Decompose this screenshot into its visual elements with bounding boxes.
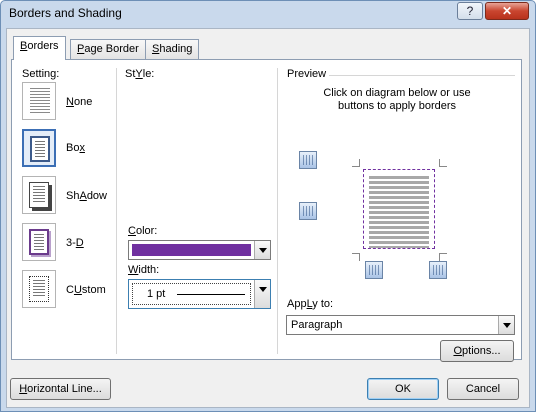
cancel-button[interactable]: Cancel: [447, 378, 519, 400]
borders-and-shading-dialog: Borders and Shading ? ✕ Borders Page Bor…: [0, 0, 536, 412]
right-border-button[interactable]: [429, 261, 447, 279]
tab-shading-label: hading: [159, 43, 193, 55]
setting-custom-icon[interactable]: [22, 270, 56, 308]
tab-borders-label: orders: [27, 40, 59, 52]
help-button[interactable]: ?: [457, 2, 483, 20]
custom-preview-icon: [29, 276, 49, 302]
window-title: Borders and Shading: [9, 6, 122, 20]
preview-text-lines: [369, 176, 429, 248]
tab-page-border-label: age Border: [84, 43, 139, 55]
apply-to-dropdown[interactable]: Paragraph: [286, 315, 515, 335]
dialog-body: Borders Page Border Shading Setting: Non…: [6, 28, 530, 408]
left-border-button[interactable]: [365, 261, 383, 279]
width-dropdown[interactable]: 1 pt: [128, 279, 271, 309]
options-button[interactable]: Options...: [440, 340, 514, 362]
close-button[interactable]: ✕: [485, 2, 529, 20]
setting-3d-icon[interactable]: [22, 223, 56, 261]
bottom-border-button[interactable]: [299, 202, 317, 220]
preview-diagram[interactable]: [363, 169, 435, 249]
width-focus-ring: [132, 283, 251, 305]
preview-instructions-line2: buttons to apply borders: [337, 100, 457, 112]
tab-borders[interactable]: Borders: [13, 36, 66, 60]
color-label: Color:: [128, 225, 158, 237]
ok-button[interactable]: OK: [367, 378, 439, 400]
setting-shadow-label[interactable]: ShAdow: [66, 190, 107, 202]
color-dropdown-arrow-icon[interactable]: [254, 241, 270, 259]
preview-corner-br: [439, 253, 447, 261]
width-dropdown-arrow-icon[interactable]: [254, 280, 270, 308]
preview-corner-bl: [352, 253, 360, 261]
setting-box-icon[interactable]: [22, 129, 56, 167]
preview-heading-rule: [329, 75, 515, 76]
top-border-button[interactable]: [299, 151, 317, 169]
apply-to-arrow-icon[interactable]: [498, 316, 514, 334]
setting-box-label[interactable]: Box: [66, 142, 85, 154]
setting-none-icon[interactable]: [22, 82, 56, 120]
setting-label: Setting:: [22, 68, 60, 80]
setting-none-label[interactable]: None: [66, 96, 92, 108]
preview-corner-tl: [352, 159, 360, 167]
tab-page-border[interactable]: Page Border: [70, 39, 146, 59]
tab-shading[interactable]: Shading: [145, 39, 200, 59]
color-dropdown[interactable]: [128, 240, 271, 260]
color-swatch: [132, 244, 251, 256]
column-divider: [116, 68, 117, 354]
none-preview-icon: [30, 88, 50, 114]
horizontal-line-button[interactable]: Horizontal Line...: [10, 378, 111, 400]
preview-divider: [277, 68, 278, 354]
setting-shadow-icon[interactable]: [22, 176, 56, 214]
setting-3d-label[interactable]: 3-D: [66, 237, 84, 249]
apply-to-label: AppLy to:: [287, 298, 334, 310]
setting-custom-label[interactable]: CUstom: [66, 284, 106, 296]
preview-label: Preview: [287, 68, 327, 80]
title-bar[interactable]: Borders and Shading ? ✕: [1, 1, 535, 26]
width-label: Width:: [128, 264, 160, 276]
box-preview-icon: [30, 136, 50, 162]
style-label: StYle:: [125, 68, 155, 80]
shadow-preview-icon: [29, 182, 49, 208]
3d-preview-icon: [29, 229, 49, 255]
preview-corner-tr: [439, 159, 447, 167]
apply-to-value: Paragraph: [291, 319, 343, 331]
preview-instructions-line1: Click on diagram below or use: [323, 87, 471, 99]
